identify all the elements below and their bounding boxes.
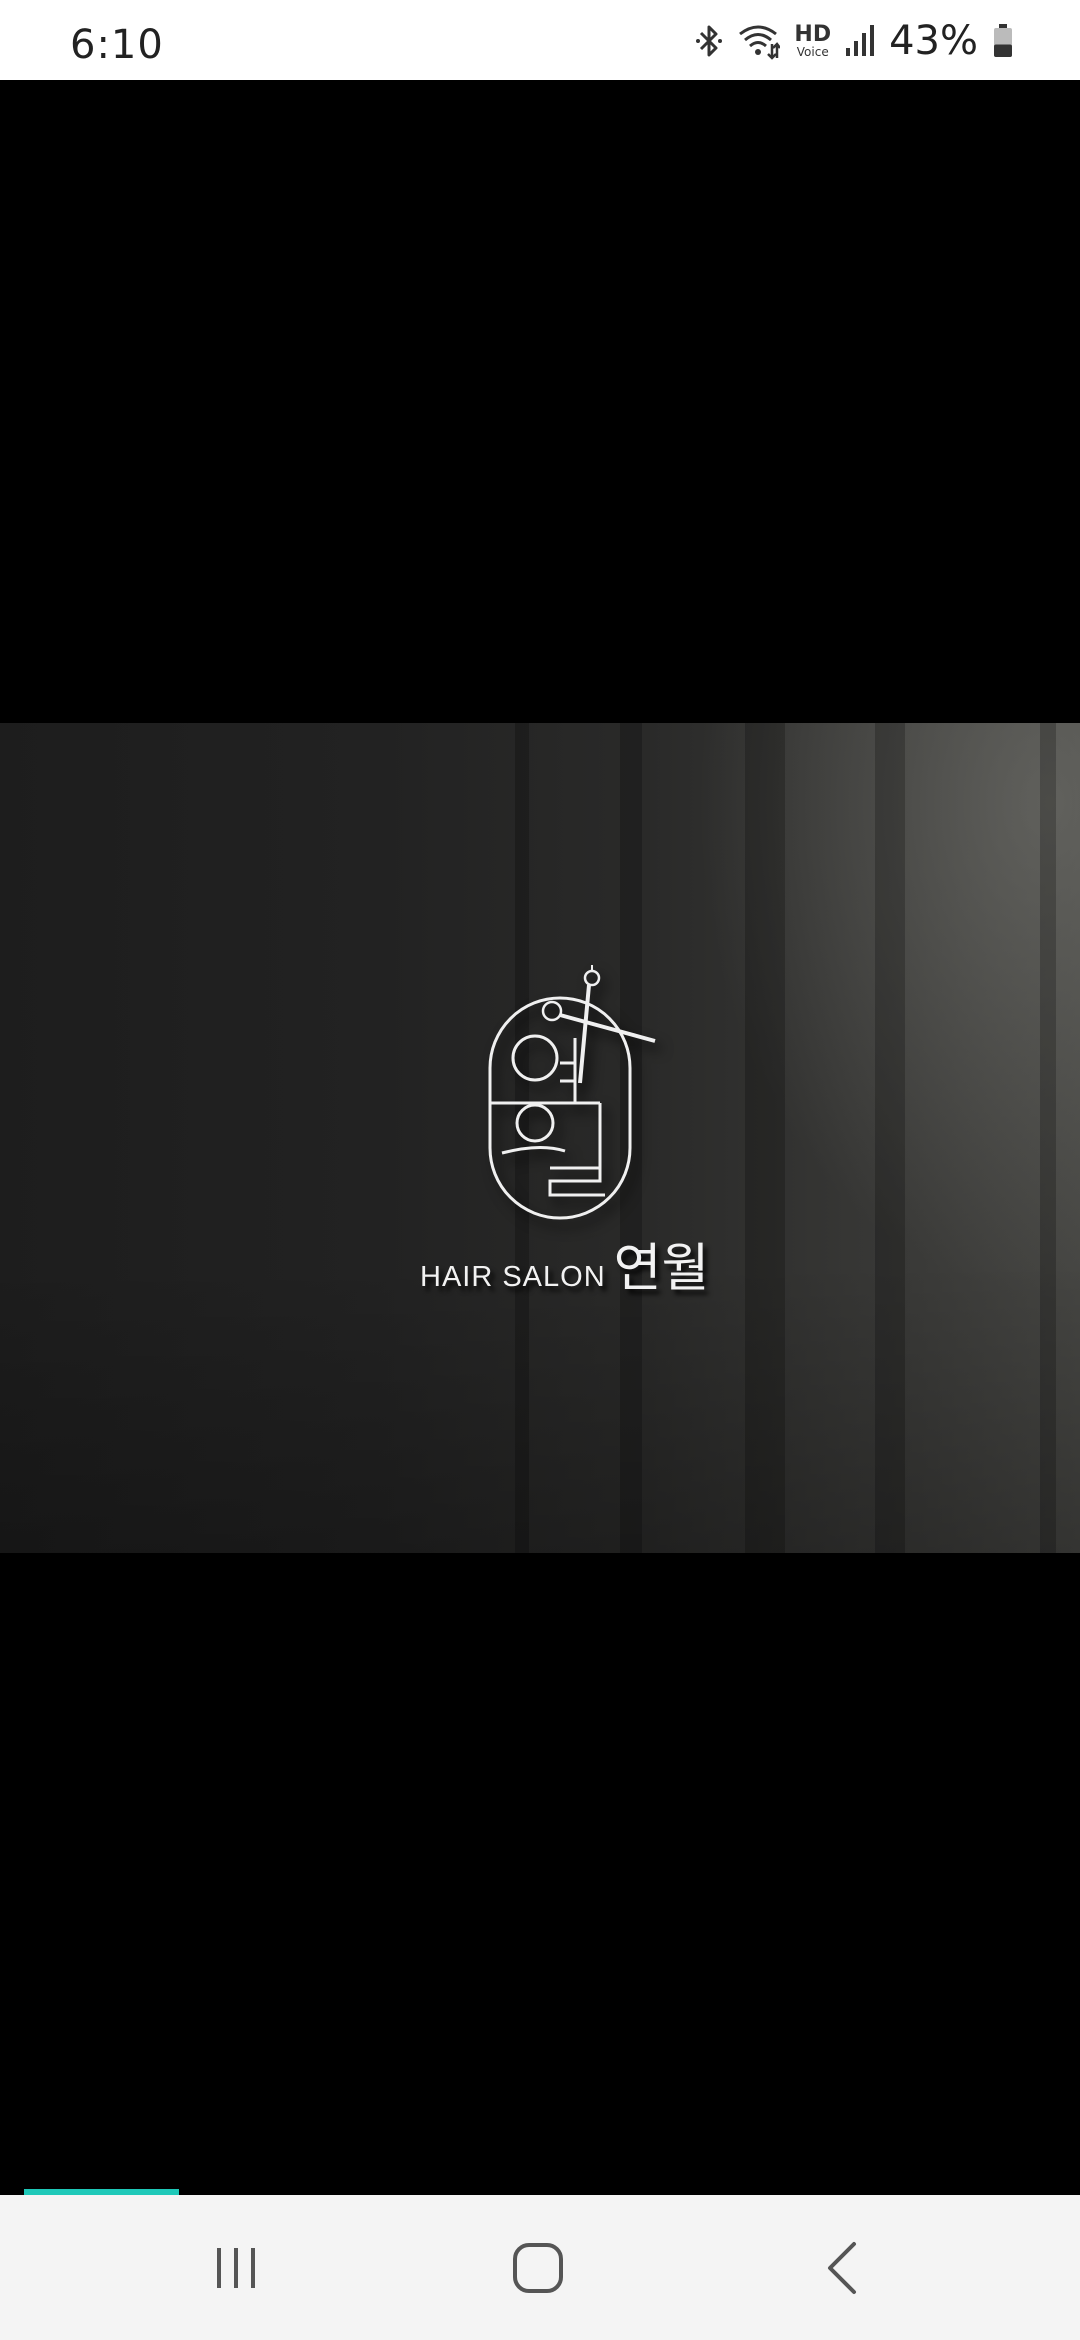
- splash-screen: 6:10 HD Voice 43% HAIR SALON 연월: [0, 0, 1080, 2340]
- logo-caption: HAIR SALON 연월: [420, 1226, 709, 1301]
- floor-shadow: [0, 1263, 1080, 1553]
- back-button[interactable]: [797, 2233, 887, 2303]
- home-button[interactable]: [493, 2233, 583, 2303]
- battery-icon: [992, 23, 1014, 59]
- battery-percent: 43%: [889, 18, 978, 64]
- status-time: 6:10: [70, 22, 164, 68]
- signal-icon: [845, 24, 875, 58]
- recent-apps-icon: [217, 2248, 255, 2288]
- home-icon: [513, 2243, 563, 2293]
- status-bar: 6:10 HD Voice 43%: [0, 0, 1080, 80]
- voice-label: Voice: [796, 45, 829, 59]
- logo-frame: [488, 996, 632, 1220]
- logo-text-en: HAIR SALON: [420, 1261, 606, 1293]
- nav-bar: [0, 2195, 1080, 2340]
- recent-apps-button[interactable]: [191, 2233, 281, 2303]
- logo-circle-top: [511, 1034, 559, 1082]
- logo-circle-bottom: [515, 1103, 555, 1143]
- wifi-icon: [738, 22, 781, 60]
- hd-voice-icon: HD Voice: [794, 22, 832, 59]
- logo-text-ko: 연월: [613, 1239, 710, 1299]
- bluetooth-icon: [694, 23, 724, 59]
- salon-logo: [488, 965, 656, 1220]
- status-icons: HD Voice 43%: [694, 18, 1014, 64]
- hd-label: HD: [794, 22, 832, 47]
- battery-fill: [994, 44, 1012, 57]
- scissors-icon: [541, 965, 656, 1084]
- splash-image: HAIR SALON 연월: [0, 723, 1080, 1553]
- back-icon: [828, 2242, 856, 2294]
